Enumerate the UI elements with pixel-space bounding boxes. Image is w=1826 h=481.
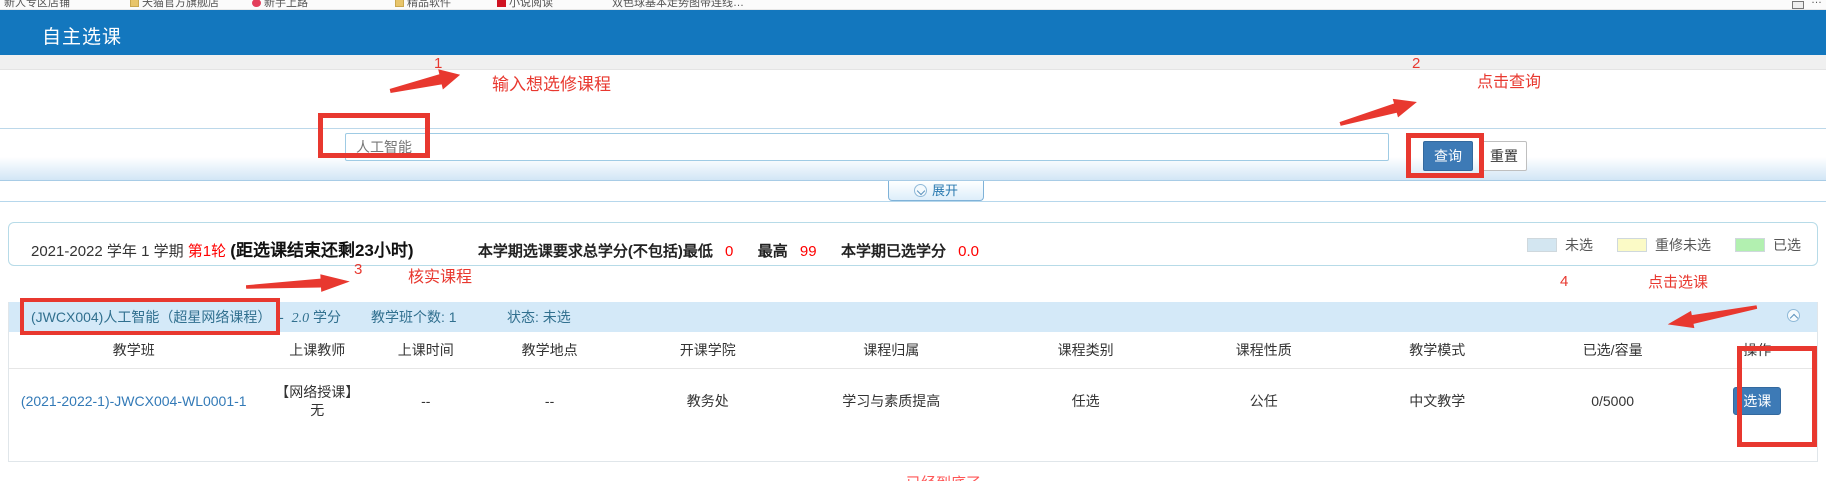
course-header-bar: (JWCX004)人工智能（超星网络课程） - 2.0 学分 教学班个数: 1 … — [9, 302, 1817, 332]
red-dot-icon — [252, 0, 261, 7]
column-header: 开课学院 — [624, 341, 792, 359]
bookmark-item[interactable]: 天猫官方旗舰店 — [130, 0, 219, 10]
credit-max-value: 99 — [800, 243, 817, 260]
annotation-highlight-rect — [1737, 346, 1817, 447]
place-cell: -- — [475, 392, 623, 410]
credit-requirement-label: 本学期选课要求总学分(不包括)最低 — [478, 243, 713, 260]
course-status-label: 状态: 未选 — [507, 302, 571, 332]
header-substrip — [0, 55, 1826, 70]
teacher-cell: 【网络授课】 无 — [259, 383, 377, 419]
device-icon[interactable] — [1792, 1, 1804, 9]
capacity-cell: 0/5000 — [1528, 392, 1698, 410]
class-count-label: 教学班个数: 1 — [371, 302, 457, 332]
annotation-text: 输入想选修课程 — [492, 70, 611, 95]
semester-info-text: 2021-2022 学年 1 学期 第1轮 (距选课结束还剩23小时) 本学期选… — [31, 236, 979, 261]
page-header: 自主选课 — [0, 10, 1826, 55]
bookmarks-overflow-icon[interactable]: … — [1811, 0, 1822, 6]
annotation-step-number: 2 — [1412, 55, 1420, 72]
college-cell: 教务处 — [624, 392, 792, 410]
page-title: 自主选课 — [42, 22, 122, 49]
legend-label-selected: 已选 — [1773, 235, 1801, 255]
legend-swatch-selected — [1735, 238, 1765, 252]
course-search-input[interactable] — [345, 133, 1389, 161]
bookmark-item[interactable]: 双色球基本走势图带连线… — [612, 0, 744, 10]
table-row: (2021-2022-1)-JWCX004-WL0001-1 【网络授课】 无 … — [9, 369, 1817, 433]
annotation-highlight-rect — [1406, 133, 1484, 178]
deadline-label: (距选课结束还剩23小时) — [230, 241, 413, 260]
mode-cell: 中文教学 — [1347, 392, 1528, 410]
bookmark-item[interactable]: 小说阅读 — [497, 0, 553, 10]
status-legend: 未选 重修未选 已选 — [1527, 235, 1801, 255]
legend-swatch-retake — [1617, 238, 1647, 252]
semester-info-panel: 2021-2022 学年 1 学期 第1轮 (距选课结束还剩23小时) 本学期选… — [8, 222, 1818, 266]
legend-swatch-unselected — [1527, 238, 1557, 252]
nature-cell: 公任 — [1181, 392, 1347, 410]
selected-credit-value: 0.0 — [958, 243, 979, 260]
column-header: 教学模式 — [1347, 341, 1528, 359]
annotation-highlight-rect — [318, 113, 430, 158]
annotation-text: 核实课程 — [408, 263, 472, 287]
end-of-list-text: 已经到底了 — [906, 472, 981, 481]
category-cell: 任选 — [991, 392, 1181, 410]
bookmark-item[interactable]: 新人专区店铺 — [4, 0, 70, 10]
folder-icon — [130, 0, 139, 7]
bookmark-item[interactable]: 新手上路 — [252, 0, 308, 10]
annotation-step-number: 3 — [354, 261, 362, 278]
annotation-text: 点击查询 — [1477, 68, 1541, 92]
class-id-link[interactable]: (2021-2022-1)-JWCX004-WL0001-1 — [9, 392, 259, 410]
legend-label-unselected: 未选 — [1565, 235, 1593, 255]
column-header: 已选/容量 — [1528, 341, 1698, 359]
belong-cell: 学习与素质提高 — [792, 392, 991, 410]
annotation-step-number: 1 — [434, 55, 442, 72]
table-header-row: 教学班 上课教师 上课时间 教学地点 开课学院 课程归属 课程类别 课程性质 教… — [9, 332, 1817, 369]
bookmark-item[interactable]: 精品软件 — [395, 0, 451, 10]
annotation-arrow — [245, 271, 350, 298]
credit-min-value: 0 — [725, 243, 733, 260]
red-square-icon — [497, 0, 506, 7]
folder-icon — [395, 0, 404, 7]
course-selection-page: 新人专区店铺 天猫官方旗舰店 新手上路 精品软件 小说阅读 双色球基本走势图带连… — [0, 0, 1826, 481]
chevron-down-icon — [914, 184, 927, 197]
column-header: 上课时间 — [376, 341, 475, 359]
column-header: 教学班 — [9, 341, 259, 359]
annotation-highlight-rect — [20, 298, 280, 335]
expand-toggle[interactable]: 展开 — [888, 181, 984, 201]
annotation-text: 点击选课 — [1648, 271, 1708, 292]
selected-credit-label: 本学期已选学分 — [841, 243, 946, 260]
time-cell: -- — [376, 392, 475, 410]
column-header: 教学地点 — [475, 341, 623, 359]
column-header: 课程归属 — [792, 341, 991, 359]
column-header: 课程类别 — [991, 341, 1181, 359]
annotation-step-number: 4 — [1560, 273, 1568, 290]
legend-label-retake: 重修未选 — [1655, 235, 1711, 255]
credit-max-label: 最高 — [758, 243, 788, 260]
reset-button[interactable]: 重置 — [1481, 141, 1527, 171]
course-credits-value: 2.0 — [292, 311, 310, 326]
column-header: 上课教师 — [259, 341, 377, 359]
collapse-chevron-up-icon[interactable] — [1787, 309, 1800, 322]
browser-bookmarks-bar: 新人专区店铺 天猫官方旗舰店 新手上路 精品软件 小说阅读 双色球基本走势图带连… — [0, 0, 1826, 10]
column-header: 课程性质 — [1181, 341, 1347, 359]
round-label: 第1轮 — [188, 243, 226, 260]
term-label: 2021-2022 学年 1 学期 — [31, 243, 184, 260]
